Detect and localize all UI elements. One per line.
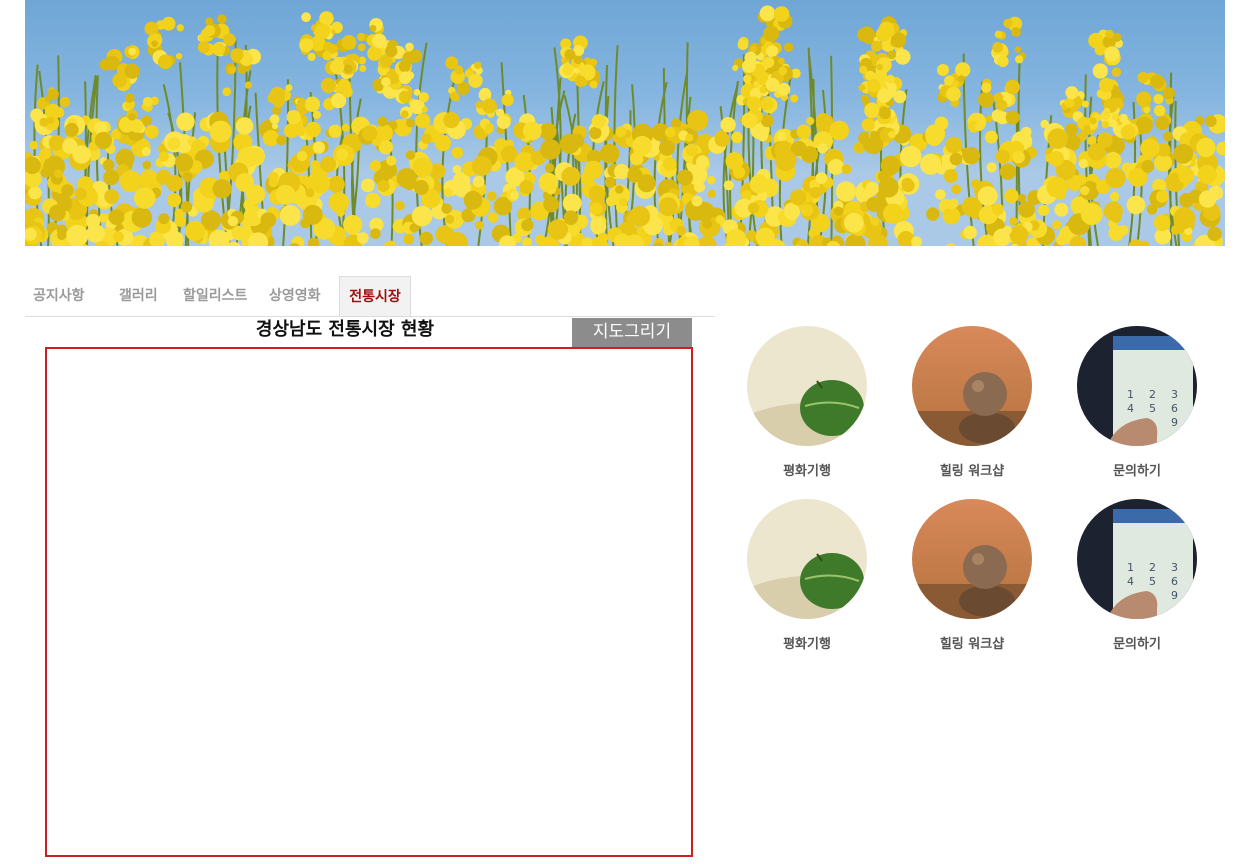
svg-text:4: 4 bbox=[1127, 575, 1134, 588]
svg-text:9: 9 bbox=[1171, 416, 1178, 429]
menu-item-contact-2[interactable]: 1 2 3 4 5 6 9 문의하기 bbox=[1067, 499, 1207, 652]
menu-item-healing-workshop[interactable]: 힐링 워크샵 bbox=[902, 326, 1042, 479]
leaf-icon bbox=[747, 499, 867, 619]
stone-icon bbox=[912, 326, 1032, 446]
map-canvas[interactable] bbox=[45, 347, 693, 857]
svg-text:5: 5 bbox=[1149, 402, 1156, 415]
menu-label: 힐링 워크샵 bbox=[939, 637, 1005, 652]
phone-icon: 1 2 3 4 5 6 9 bbox=[1077, 499, 1197, 619]
svg-text:5: 5 bbox=[1149, 575, 1156, 588]
svg-text:9: 9 bbox=[1171, 589, 1178, 602]
rapeseed-field-illustration bbox=[25, 5, 1225, 246]
svg-text:6: 6 bbox=[1171, 575, 1178, 588]
menu-label: 평화기행 bbox=[783, 464, 831, 479]
tab-bar: 공지사항 갤러리 할일리스트 상영영화 전통시장 bbox=[25, 276, 715, 317]
market-title: 경상남도 전통시장 현황 bbox=[255, 319, 435, 340]
header-banner-image bbox=[25, 0, 1225, 246]
menu-item-contact[interactable]: 1 2 3 4 5 6 9 문의하기 bbox=[1067, 326, 1207, 479]
menu-item-peace-trip-2[interactable]: 평화기행 bbox=[737, 499, 877, 652]
svg-text:3: 3 bbox=[1171, 561, 1178, 574]
svg-text:2: 2 bbox=[1149, 561, 1156, 574]
menu-label: 평화기행 bbox=[783, 637, 831, 652]
svg-text:3: 3 bbox=[1171, 388, 1178, 401]
tab-todo-list[interactable]: 할일리스트 bbox=[183, 276, 247, 316]
stone-icon bbox=[912, 499, 1032, 619]
tab-gallery[interactable]: 갤러리 bbox=[119, 276, 158, 316]
tab-notice[interactable]: 공지사항 bbox=[33, 276, 85, 316]
menu-item-peace-trip[interactable]: 평화기행 bbox=[737, 326, 877, 479]
phone-icon: 1 2 3 4 5 6 9 bbox=[1077, 326, 1197, 446]
svg-text:2: 2 bbox=[1149, 388, 1156, 401]
menu-label: 문의하기 bbox=[1113, 464, 1161, 479]
svg-text:4: 4 bbox=[1127, 402, 1134, 415]
menu-label: 문의하기 bbox=[1113, 637, 1161, 652]
tab-movies[interactable]: 상영영화 bbox=[269, 276, 321, 316]
svg-text:1: 1 bbox=[1127, 388, 1134, 401]
menu-label: 힐링 워크샵 bbox=[939, 464, 1005, 479]
draw-map-button[interactable]: 지도그리기 bbox=[572, 318, 692, 347]
leaf-icon bbox=[747, 326, 867, 446]
menu-item-healing-workshop-2[interactable]: 힐링 워크샵 bbox=[902, 499, 1042, 652]
svg-text:1: 1 bbox=[1127, 561, 1134, 574]
tab-traditional-market[interactable]: 전통시장 bbox=[339, 276, 411, 316]
svg-text:6: 6 bbox=[1171, 402, 1178, 415]
